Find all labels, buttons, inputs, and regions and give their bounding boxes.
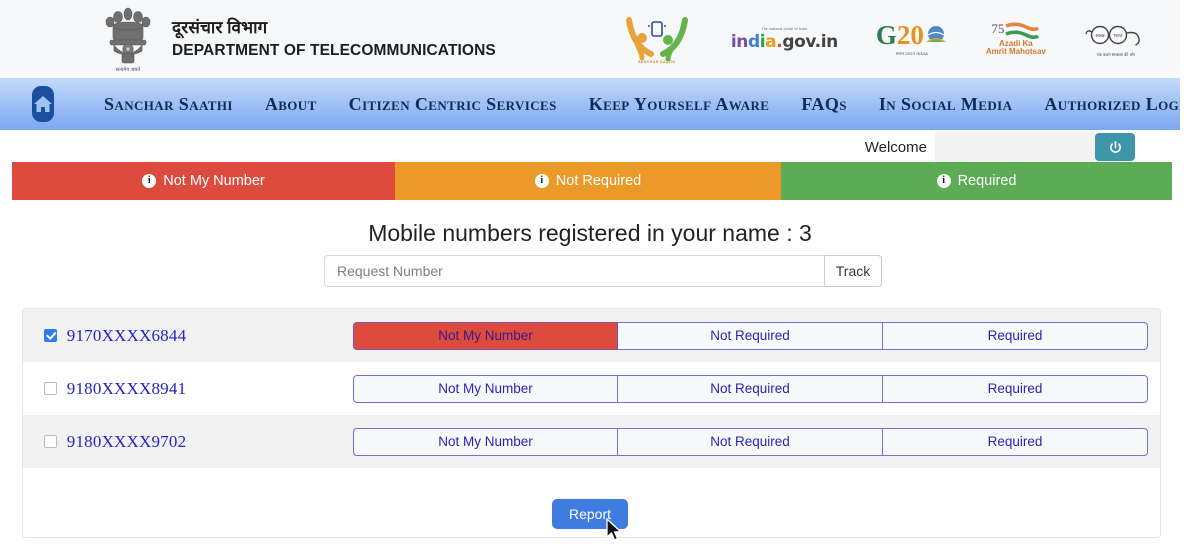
page-root: सत्यमेव जयते दूरसंचार विभाग DEPARTMENT O… [0, 0, 1200, 546]
power-icon[interactable] [1095, 133, 1135, 161]
legend-bar: i Not My Number i Not Required i Require… [12, 162, 1172, 200]
request-number-input[interactable] [324, 255, 824, 287]
btn-required[interactable]: Required [883, 427, 1148, 456]
legend-label-not-required: Not Required [555, 173, 642, 189]
table-row: 9180XXXX8941 Not My Number Not Required … [23, 362, 1160, 415]
legend-label-required: Required [957, 173, 1017, 189]
nav-item-sanchar-saathi[interactable]: Sanchar Saathi [88, 94, 249, 115]
btn-not-my-number[interactable]: Not My Number [353, 374, 618, 403]
track-request-row: Track [324, 255, 882, 287]
scrollbar-gutter [1180, 0, 1200, 546]
tricolour-flag-icon [1005, 22, 1040, 39]
mobile-number: 9170XXXX6844 [66, 325, 187, 345]
track-button[interactable]: Track [824, 255, 882, 287]
report-button[interactable]: Report [551, 499, 629, 529]
g20-logo[interactable]: G 20 भारत 2023 INDIA [875, 19, 948, 57]
swachh-bharat-caption: एक कदम स्वच्छता की ओर [1096, 51, 1136, 57]
site-header: सत्यमेव जयते दूरसंचार विभाग DEPARTMENT O… [0, 0, 1180, 78]
emblem-block: सत्यमेव जयते दूरसंचार विभाग DEPARTMENT O… [100, 4, 496, 74]
svg-text:सत्यमेव जयते: सत्यमेव जयते [116, 66, 141, 73]
national-emblem-icon: सत्यमेव जयते [100, 4, 156, 74]
nav-items: Sanchar Saathi About Citizen Centric Ser… [88, 94, 1200, 115]
nav-item-in-social-media[interactable]: In Social Media [863, 94, 1029, 115]
btn-required[interactable]: Required [883, 321, 1148, 350]
welcome-bar: Welcome [0, 130, 1180, 164]
btn-not-required[interactable]: Not Required [618, 321, 883, 350]
svg-text:स्वच्छ: स्वच्छ [1095, 34, 1104, 39]
info-icon: i [142, 174, 157, 188]
g20-lotus-globe-icon [925, 26, 946, 42]
row-checkbox-cell [35, 329, 67, 342]
main-navbar: Sanchar Saathi About Citizen Centric Ser… [0, 78, 1194, 130]
legend-not-required[interactable]: i Not Required [395, 162, 781, 200]
table-row: 9180XXXX9702 Not My Number Not Required … [23, 415, 1160, 468]
azadi-ka-amrit-mahotsav-logo[interactable]: 75 Azadi Ka Amrit Mahotsav [986, 22, 1046, 57]
report-action-row: Report [0, 499, 1180, 529]
nav-item-faqs[interactable]: FAQs [785, 94, 863, 115]
page-title: Mobile numbers registered in your name :… [368, 220, 812, 246]
g20-letter-g: G [875, 19, 897, 50]
row-checkbox[interactable] [44, 382, 58, 395]
row-action-group: Not My Number Not Required Required [353, 374, 1148, 403]
row-checkbox[interactable] [44, 329, 58, 342]
row-action-group: Not My Number Not Required Required [353, 321, 1148, 350]
btn-not-required[interactable]: Not Required [618, 427, 883, 456]
department-name: दूरसंचार विभाग DEPARTMENT OF TELECOMMUNI… [172, 18, 496, 61]
info-icon: i [534, 174, 549, 188]
nav-item-keep-yourself-aware[interactable]: Keep Yourself Aware [573, 94, 786, 115]
row-checkbox-cell [35, 382, 67, 395]
legend-label-not-my-number: Not My Number [163, 173, 265, 189]
partner-logo-strip: SANCHAR SAATHI The national portal of In… [621, 14, 1148, 64]
sanchar-saathi-logo[interactable]: SANCHAR SAATHI [621, 14, 693, 64]
g20-number: 20 [896, 19, 924, 50]
info-icon: i [936, 174, 951, 188]
mobile-number: 9180XXXX8941 [66, 378, 187, 398]
swachh-bharat-logo[interactable]: स्वच्छ भारत एक कदम स्वच्छता की ओर [1084, 21, 1148, 58]
btn-not-required[interactable]: Not Required [618, 374, 883, 403]
row-action-group: Not My Number Not Required Required [353, 427, 1148, 456]
row-checkbox[interactable] [44, 435, 58, 448]
mobile-number: 9180XXXX9702 [66, 431, 187, 451]
spectacles-icon: स्वच्छ भारत [1085, 25, 1140, 46]
svg-text:भारत: भारत [1114, 34, 1123, 39]
welcome-label: Welcome [864, 138, 927, 156]
welcome-username-blank [935, 132, 1095, 162]
azadi-line-2: Amrit Mahotsav [985, 47, 1046, 56]
india-gov-in-logo[interactable]: The national portal of India india.gov.i… [731, 27, 838, 52]
india-gov-wordmark: india.gov.in [730, 31, 838, 52]
nav-item-about[interactable]: About [249, 94, 333, 115]
dept-name-hindi: दूरसंचार विभाग [172, 17, 268, 37]
legend-required[interactable]: i Required [781, 162, 1172, 200]
nav-item-citizen-centric-services[interactable]: Citizen Centric Services [333, 94, 573, 115]
dept-name-english: DEPARTMENT OF TELECOMMUNICATIONS [172, 42, 496, 59]
g20-caption: भारत 2023 INDIA [895, 50, 929, 56]
azadi-75-number: 75 [991, 20, 1005, 36]
table-row: 9170XXXX6844 Not My Number Not Required … [23, 309, 1160, 362]
btn-not-my-number[interactable]: Not My Number [353, 427, 618, 456]
row-checkbox-cell [35, 435, 67, 448]
legend-not-my-number[interactable]: i Not My Number [12, 162, 395, 200]
india-gov-tagline: The national portal of India [761, 26, 808, 31]
btn-not-my-number[interactable]: Not My Number [353, 321, 618, 350]
btn-required[interactable]: Required [883, 374, 1148, 403]
nav-item-authorized-login[interactable]: Authorized Login [1028, 94, 1200, 115]
home-icon[interactable] [32, 86, 54, 122]
